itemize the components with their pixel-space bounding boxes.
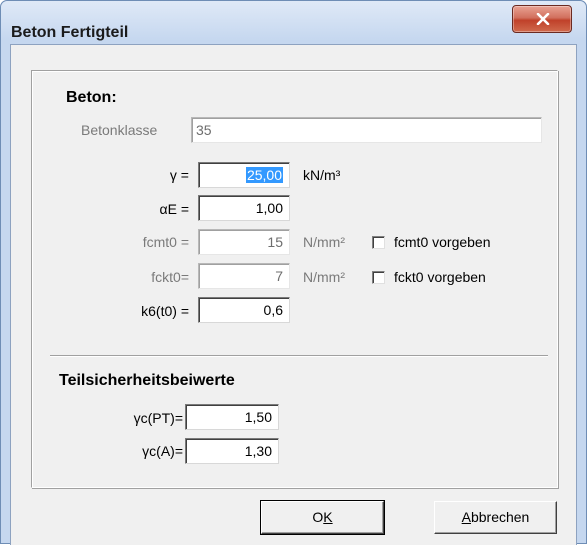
fckt0-vorgeben-label[interactable]: fckt0 vorgeben [394, 269, 486, 285]
betonklasse-label: Betonklasse [81, 122, 158, 138]
teilsicherheitsbeiwerte-heading: Teilsicherheitsbeiwerte [59, 372, 235, 389]
alphaE-label: αE = [159, 201, 190, 217]
k6-label: k6(t0) = [141, 303, 189, 319]
gammaA-field[interactable]: 1,30 [185, 438, 279, 464]
close-button[interactable] [512, 5, 572, 33]
k6-field[interactable]: 0,6 [198, 297, 290, 323]
cancel-mnemonic: A [461, 509, 471, 525]
ok-mnemonic: K [323, 509, 333, 525]
cancel-label: bbrechen [470, 509, 530, 525]
gamma-label: γ = [169, 167, 189, 183]
close-icon [536, 13, 550, 25]
betonklasse-field[interactable]: 35 [191, 117, 542, 143]
cancel-button[interactable]: Abbrechen [434, 501, 557, 534]
gamma-field[interactable]: 25,00 [198, 162, 290, 188]
fckt0-unit: N/mm² [303, 269, 345, 285]
ok-label: O [312, 509, 324, 525]
alphaE-field[interactable]: 1,00 [198, 195, 290, 221]
beton-heading: Beton: [66, 89, 117, 106]
fckt0-vorgeben-checkbox[interactable] [372, 271, 385, 284]
fckt0-field[interactable]: 7 [198, 263, 290, 289]
dialog-client-area: Beton: Betonklasse 35 γ = 25,00 kN/m³ αE… [10, 44, 577, 545]
title-bar[interactable]: Beton Fertigteil [1, 1, 586, 41]
window-title: Beton Fertigteil [11, 24, 129, 41]
gamma-unit: kN/m³ [303, 167, 341, 183]
fcmt0-label: fcmt0 = [142, 234, 189, 250]
fcmt0-unit: N/mm² [303, 234, 345, 250]
fckt0-label: fckt0= [151, 269, 189, 285]
gamma-value: 25,00 [245, 167, 283, 183]
gammaPT-field[interactable]: 1,50 [185, 404, 279, 430]
dialog-window: Beton Fertigteil Beton: Betonklasse 35 γ… [0, 0, 587, 545]
fcmt0-vorgeben-label[interactable]: fcmt0 vorgeben [394, 234, 491, 250]
section-divider [50, 355, 548, 357]
gammaPT-label: γc(PT)= [133, 410, 183, 426]
fcmt0-vorgeben-checkbox[interactable] [372, 236, 385, 249]
gammaA-label: γc(A)= [142, 443, 183, 459]
ok-button[interactable]: OK [261, 501, 384, 534]
fcmt0-field[interactable]: 15 [198, 229, 290, 255]
